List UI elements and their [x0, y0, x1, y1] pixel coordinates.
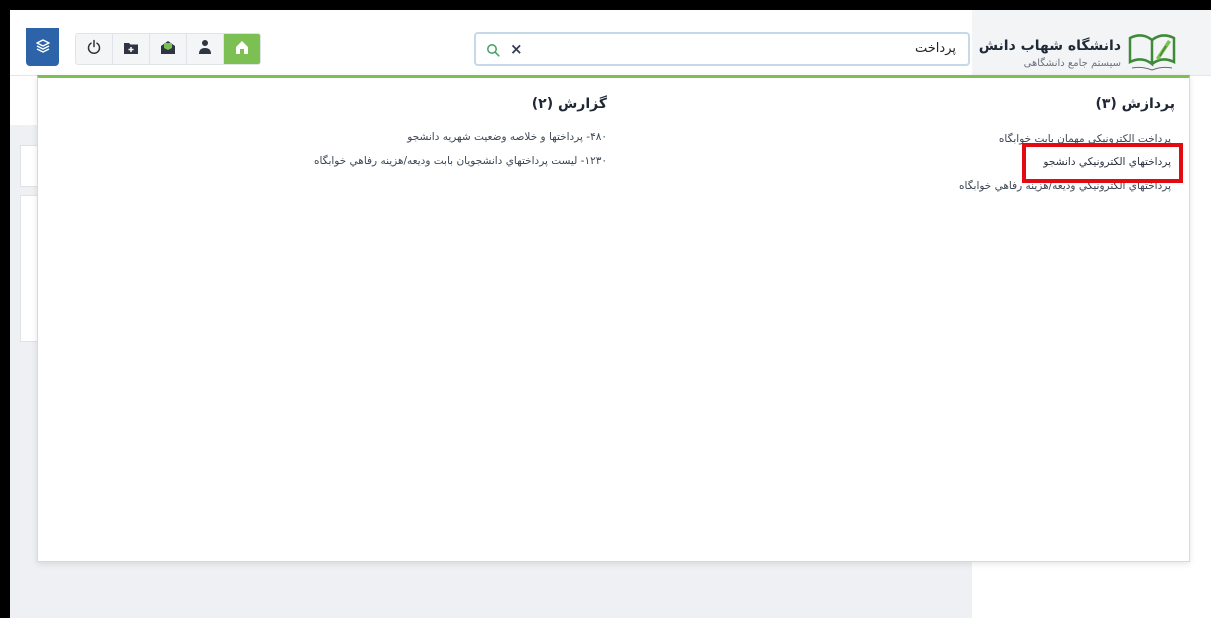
search-icon[interactable] [486, 42, 500, 61]
system-subtitle: سیستم جامع دانشگاهی [1023, 58, 1121, 69]
brand-area: دانشگاه شهاب دانش سیستم جامع دانشگاهی [972, 10, 1211, 75]
home-button[interactable] [224, 34, 260, 64]
top-header: × پرداخت دانشگاه شهاب دانش سیستم جامع دا… [10, 10, 1211, 76]
university-name: دانشگاه شهاب دانش [978, 38, 1121, 54]
layers-button[interactable] [26, 28, 59, 66]
folder-add-icon [123, 40, 139, 59]
user-button[interactable] [187, 34, 224, 64]
toolbar [75, 33, 261, 65]
new-folder-button[interactable] [113, 34, 150, 64]
power-icon [86, 39, 102, 59]
inbox-button[interactable] [150, 34, 187, 64]
power-button[interactable] [76, 34, 113, 64]
inbox-icon [160, 39, 176, 59]
search-box[interactable]: × پرداخت [474, 32, 970, 66]
search-input[interactable]: پرداخت [915, 41, 956, 56]
home-icon [234, 39, 250, 59]
report-section-title: گزارش (۲) [531, 96, 607, 112]
search-results-panel: پردازش (۳) پرداخت الکترونيکي مهمان بابت … [37, 75, 1190, 562]
report-result-item[interactable]: ۱۲۳۰- ليست پرداختهاي دانشجويان بابت وديع… [314, 155, 607, 167]
user-icon [198, 39, 212, 59]
layers-icon [35, 38, 50, 57]
university-logo [1122, 30, 1178, 76]
highlight-box [1022, 143, 1183, 183]
processing-section-title: پردازش (۳) [1095, 96, 1175, 112]
report-result-item[interactable]: ۴۸۰- پرداختها و خلاصه وضعيت شهريه دانشجو [407, 131, 607, 143]
clear-icon[interactable]: × [510, 40, 523, 58]
